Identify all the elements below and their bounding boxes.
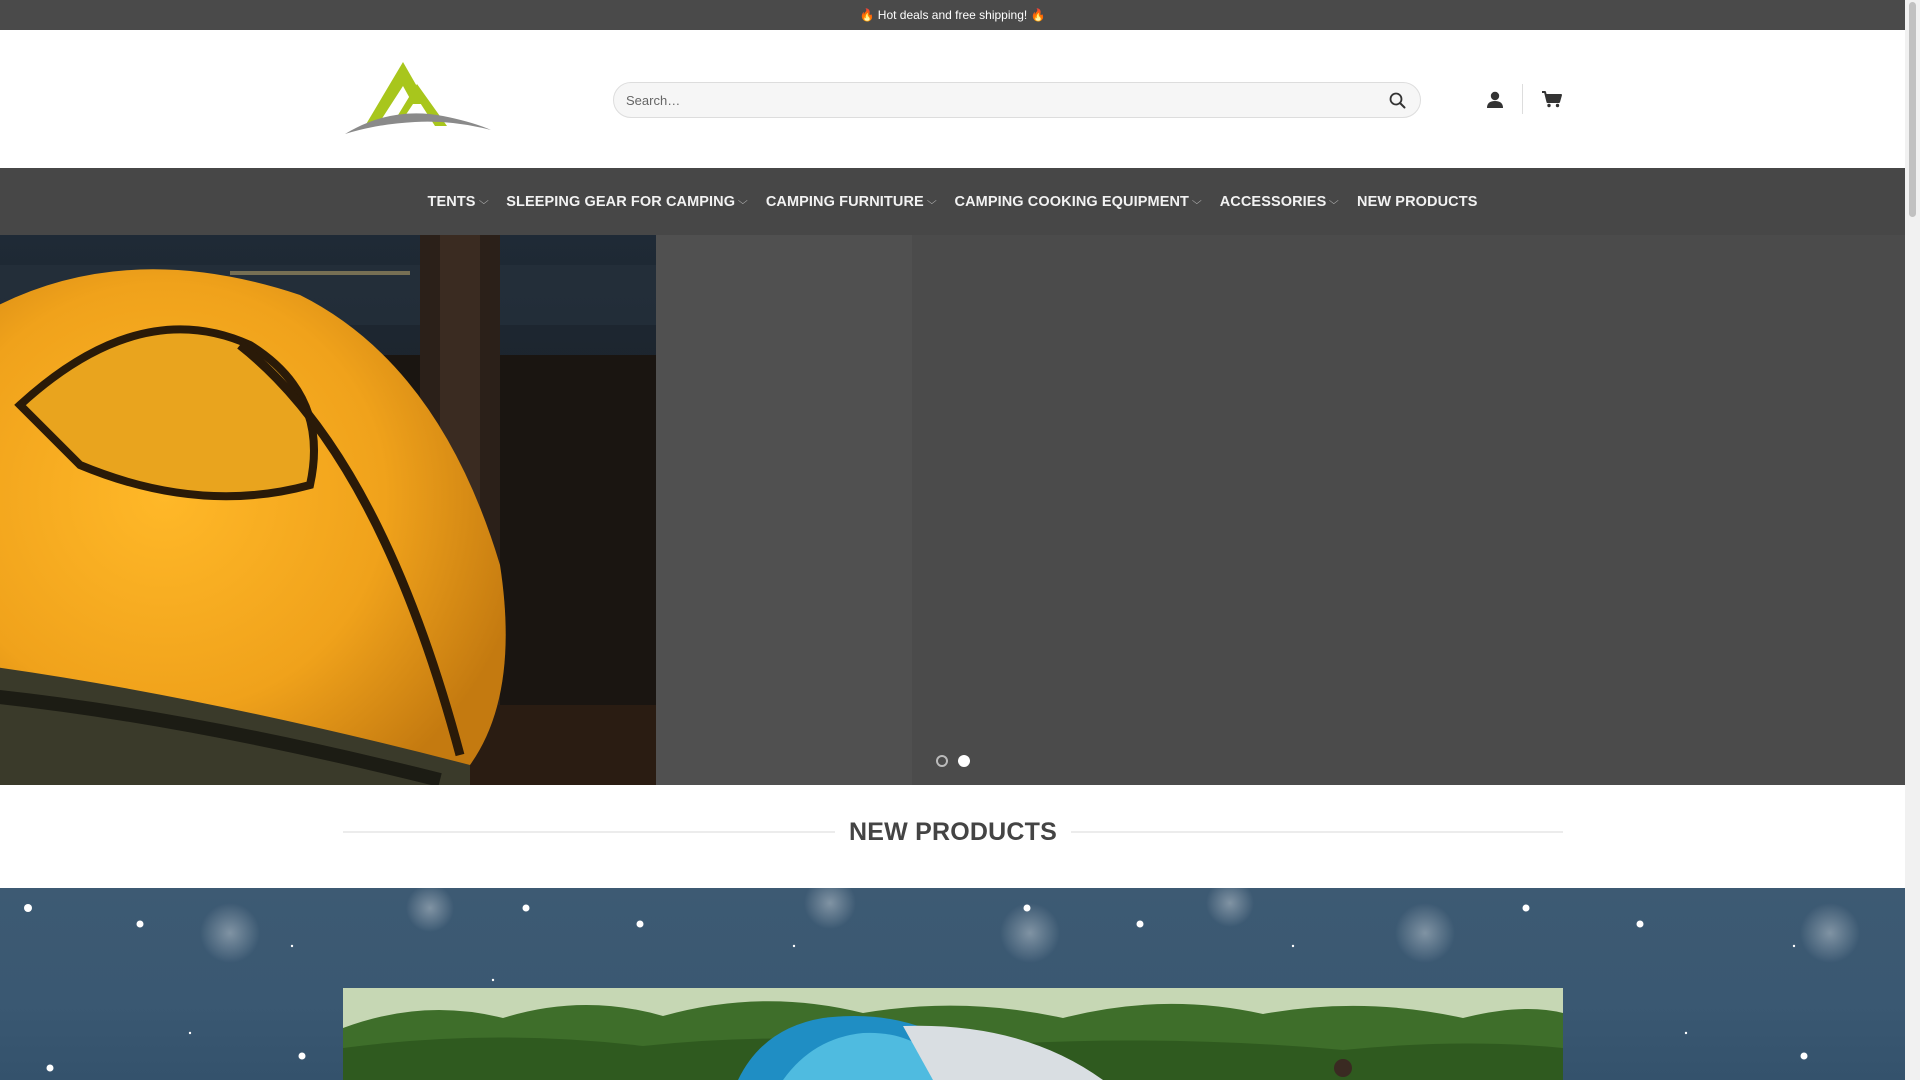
slider-dot-2[interactable] xyxy=(958,755,970,767)
search-input[interactable] xyxy=(626,92,1386,108)
chevron-down-icon: ⌵ xyxy=(737,196,748,207)
nav-item-tents[interactable]: TENTS ⌵ xyxy=(427,193,489,210)
section-heading: NEW PRODUCTS xyxy=(343,812,1563,852)
mountain-logo[interactable] xyxy=(343,54,493,139)
slider-dots xyxy=(936,755,970,767)
nav-item-label: CAMPING COOKING EQUIPMENT xyxy=(954,193,1190,210)
nav-item-sleeping-gear[interactable]: SLEEPING GEAR FOR CAMPING ⌵ xyxy=(506,193,748,210)
slider-dot-1[interactable] xyxy=(936,755,948,767)
nav-item-cooking-equipment[interactable]: CAMPING COOKING EQUIPMENT ⌵ xyxy=(954,193,1202,210)
chevron-down-icon: ⌵ xyxy=(1329,196,1340,207)
search-icon xyxy=(1389,92,1405,108)
search-button[interactable] xyxy=(1386,89,1408,111)
user-icon xyxy=(1487,91,1503,108)
nav-item-label: SLEEPING GEAR FOR CAMPING xyxy=(506,193,736,210)
section-title: NEW PRODUCTS xyxy=(849,817,1057,846)
account-button[interactable] xyxy=(1480,85,1510,115)
hero-tent-image xyxy=(0,235,656,785)
nav-item-label: NEW PRODUCTS xyxy=(1357,193,1478,210)
promo-bar: 🔥 Hot deals and free shipping! 🔥 xyxy=(0,0,1905,30)
nav-item-label: CAMPING FURNITURE xyxy=(765,193,924,210)
promo-bar-text: 🔥 Hot deals and free shipping! 🔥 xyxy=(859,8,1046,22)
chevron-down-icon: ⌵ xyxy=(1191,196,1202,207)
nav-item-label: TENTS xyxy=(427,193,476,210)
nav-item-label: ACCESSORIES xyxy=(1219,193,1327,210)
hero-slide-panel xyxy=(656,235,912,785)
nav-item-accessories[interactable]: ACCESSORIES ⌵ xyxy=(1219,193,1340,210)
scrollbar-thumb[interactable] xyxy=(1909,2,1916,217)
heading-divider-left xyxy=(343,831,836,833)
nav-item-new-products[interactable]: NEW PRODUCTS xyxy=(1357,194,1477,210)
heading-divider-right xyxy=(1070,831,1563,833)
main-nav: TENTS ⌵ SLEEPING GEAR FOR CAMPING ⌵ CAMP… xyxy=(0,168,1905,235)
new-products-banner xyxy=(0,888,1905,1080)
search-bar xyxy=(613,82,1421,118)
hero-slider[interactable] xyxy=(0,235,1905,785)
page-scrollbar[interactable] xyxy=(1905,0,1920,1080)
promo-camping-image xyxy=(343,988,1563,1080)
nav-item-camping-furniture[interactable]: CAMPING FURNITURE ⌵ xyxy=(765,193,937,210)
cart-icon xyxy=(1542,91,1562,108)
site-header xyxy=(0,30,1905,168)
cart-button[interactable] xyxy=(1536,84,1568,114)
chevron-down-icon: ⌵ xyxy=(478,196,489,207)
chevron-down-icon: ⌵ xyxy=(926,196,937,207)
header-divider xyxy=(1522,84,1523,114)
